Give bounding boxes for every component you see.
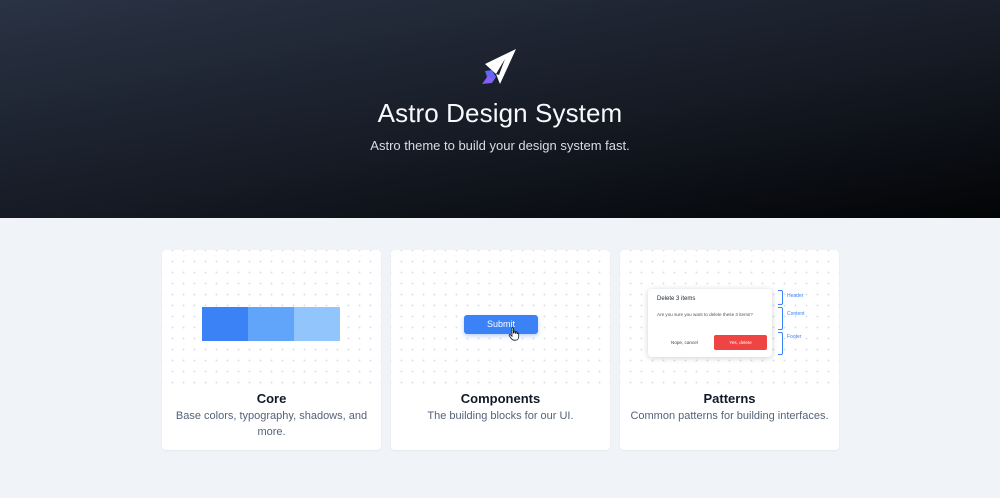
- swatch-blue-500: [202, 307, 248, 341]
- modal-body: Are you sure you want to delete these 3 …: [657, 312, 753, 317]
- card-core[interactable]: Core Base colors, typography, shadows, a…: [162, 250, 381, 450]
- confirm-modal: Delete 3 items Are you sure you want to …: [648, 289, 772, 357]
- hand-pointer-icon: [508, 327, 520, 341]
- swatch-blue-300: [294, 307, 340, 341]
- card-description: Common patterns for building interfaces.: [630, 410, 829, 422]
- patterns-demo: Delete 3 items Are you sure you want to …: [620, 250, 839, 385]
- header-bracket: [778, 290, 783, 305]
- card-description: The building blocks for our UI.: [427, 410, 574, 422]
- components-demo: Submit: [391, 250, 610, 385]
- annotation-footer: Footer: [787, 334, 802, 340]
- swatch-blue-400: [248, 307, 294, 341]
- card-title: Components: [460, 391, 541, 406]
- annotation-content: Content: [787, 311, 805, 317]
- card-description: Base colors, typography, shadows, and mo…: [175, 410, 368, 438]
- footer-bracket: [778, 332, 783, 355]
- content-bracket: [778, 307, 783, 330]
- modal-title: Delete 3 items: [657, 296, 696, 302]
- card-title: Patterns: [703, 391, 756, 406]
- submit-button[interactable]: Submit: [464, 315, 538, 334]
- cancel-button[interactable]: Nope, cancel: [671, 340, 698, 345]
- page-title: Astro Design System: [377, 98, 623, 128]
- card-title: Core: [256, 391, 287, 406]
- page-subtitle: Astro theme to build your design system …: [370, 138, 630, 153]
- delete-button[interactable]: Yes, delete: [714, 335, 767, 350]
- astro-rocket-icon: [482, 49, 516, 84]
- core-color-swatches: [162, 250, 381, 385]
- annotation-header: Header: [787, 293, 804, 299]
- card-patterns[interactable]: Delete 3 items Are you sure you want to …: [620, 250, 839, 450]
- hero-banner: Astro Design System Astro theme to build…: [0, 0, 1000, 218]
- card-components[interactable]: Submit Components The building blocks fo…: [391, 250, 610, 450]
